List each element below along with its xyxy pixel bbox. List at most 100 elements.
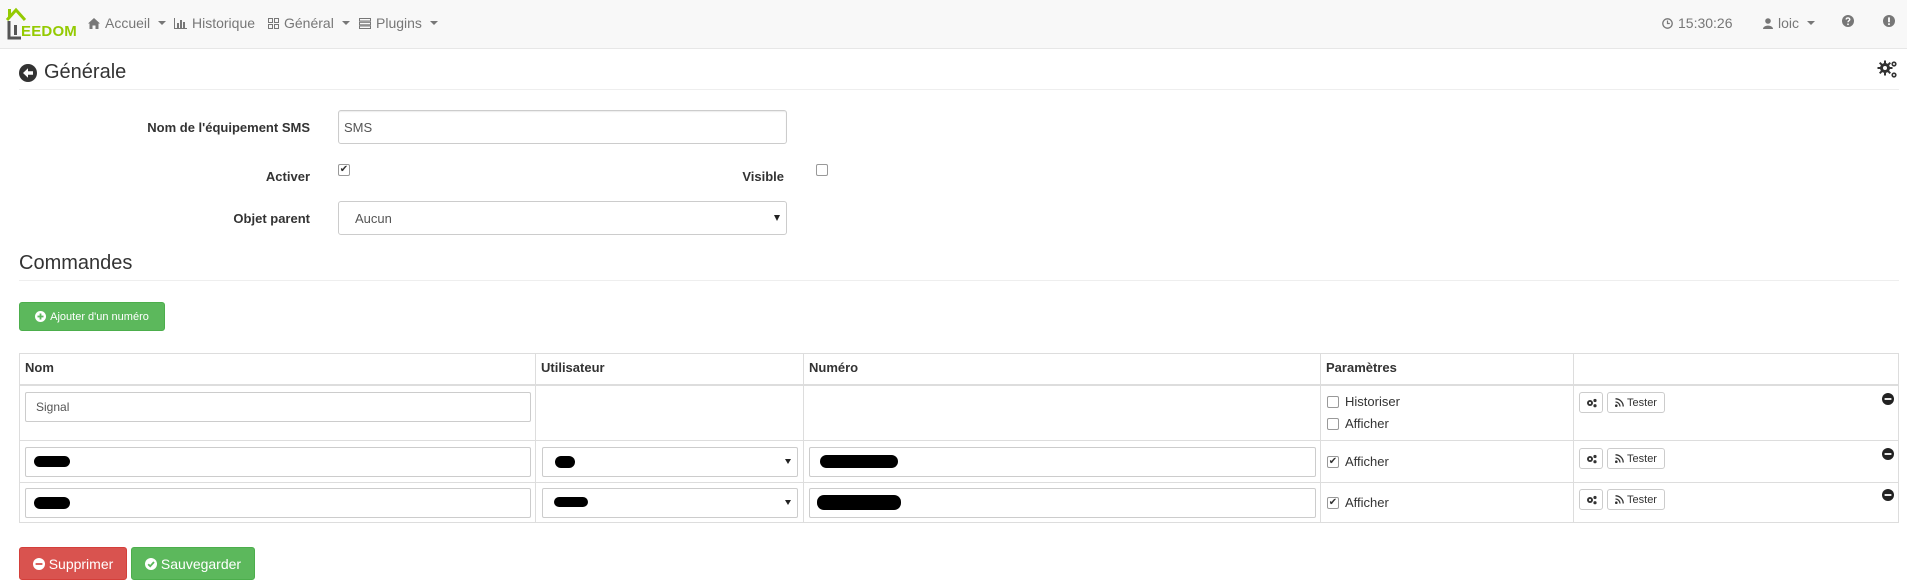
minus-circle-icon [1882, 489, 1894, 501]
chevron-down-icon [785, 459, 791, 464]
add-number-button[interactable]: Ajouter d'un numéro [19, 302, 165, 331]
rss-icon [1615, 454, 1624, 463]
test-command-button[interactable]: Tester [1607, 448, 1665, 469]
parent-object-select[interactable]: Aucun [338, 201, 787, 235]
chevron-down-icon [341, 21, 350, 25]
delete-label: Supprimer [48, 555, 114, 572]
delete-button[interactable]: Supprimer [19, 547, 127, 580]
redacted-user [555, 456, 575, 468]
activate-checkbox[interactable]: ✔ [338, 164, 350, 176]
row-divider [20, 440, 1898, 441]
user-icon [1763, 17, 1773, 29]
user-menu[interactable]: loic [1763, 15, 1816, 31]
visible-checkbox[interactable] [816, 164, 828, 176]
nav-plugins-label: Plugins [376, 15, 422, 31]
parent-object-label: Objet parent [233, 211, 310, 226]
check-circle-icon [144, 557, 157, 570]
clock-icon [1662, 17, 1673, 29]
rss-icon [1615, 398, 1624, 407]
add-number-label: Ajouter d'un numéro [50, 310, 149, 323]
column-divider [1320, 354, 1321, 522]
chevron-down-icon [158, 21, 167, 25]
chevron-down-icon [1807, 21, 1816, 25]
info-button[interactable] [1883, 15, 1895, 27]
minus-circle-icon [1882, 448, 1894, 460]
afficher-label: Afficher [1345, 495, 1389, 510]
command-name-input[interactable] [25, 488, 531, 518]
back-arrow-icon[interactable] [19, 63, 37, 82]
column-divider [803, 354, 804, 522]
afficher-label: Afficher [1345, 454, 1389, 469]
parent-object-value: Aucun [355, 210, 392, 226]
remove-command-button[interactable] [1882, 489, 1894, 504]
command-config-button[interactable] [1579, 489, 1603, 510]
divider [19, 89, 1899, 90]
chevron-down-icon [429, 21, 438, 25]
rss-icon [1615, 495, 1624, 504]
afficher-option[interactable]: Afficher [1327, 416, 1389, 431]
column-header-utilisateur: Utilisateur [541, 360, 605, 375]
redacted-number [820, 455, 898, 468]
equipment-name-label: Nom de l'équipement SMS [147, 120, 310, 135]
column-divider [1573, 354, 1574, 522]
test-command-button[interactable]: Tester [1607, 489, 1665, 510]
logo-text: EEDOM [21, 23, 78, 40]
gears-icon [1586, 495, 1597, 505]
nav-historique-label: Historique [192, 15, 256, 31]
redacted-name [34, 497, 70, 509]
tasks-icon [359, 17, 371, 29]
page-title: Générale [19, 61, 126, 84]
remove-command-button[interactable] [1882, 448, 1894, 463]
gears-icon[interactable] [1877, 59, 1899, 84]
afficher-label: Afficher [1345, 416, 1389, 431]
nav-accueil[interactable]: Accueil [88, 15, 167, 31]
commands-title: Commandes [19, 252, 133, 274]
historiser-checkbox[interactable] [1327, 395, 1339, 408]
afficher-checkbox[interactable] [1327, 417, 1339, 430]
activate-label: Activer [265, 169, 310, 184]
divider [19, 280, 1899, 281]
top-navbar: EEDOM Accueil Historique Général Plugins… [0, 0, 1907, 49]
afficher-checkbox[interactable]: ✔ [1327, 455, 1339, 468]
nav-general[interactable]: Général [268, 15, 350, 31]
save-button[interactable]: Sauvegarder [131, 547, 255, 580]
user-name: loic [1778, 15, 1800, 31]
visible-label: Visible [742, 169, 784, 184]
gears-icon [1586, 398, 1597, 408]
afficher-option[interactable]: ✔ Afficher [1327, 454, 1389, 469]
command-name-value: Signal [36, 400, 70, 414]
redacted-user [554, 497, 588, 507]
column-header-numero: Numéro [809, 360, 859, 375]
command-name-input[interactable]: Signal [25, 392, 531, 422]
column-divider [535, 354, 536, 522]
test-command-label: Tester [1627, 396, 1657, 409]
gears-icon [1586, 454, 1597, 464]
header-divider [20, 384, 1898, 386]
exclamation-circle-icon [1883, 15, 1895, 27]
help-button[interactable] [1842, 15, 1854, 27]
bar-chart-icon [174, 17, 187, 29]
test-command-button[interactable]: Tester [1607, 392, 1665, 413]
remove-command-button[interactable] [1882, 393, 1894, 408]
page-title-text: Générale [44, 61, 127, 83]
column-header-parametres: Paramètres [1326, 360, 1397, 375]
afficher-option[interactable]: ✔ Afficher [1327, 495, 1389, 510]
row-divider [20, 482, 1898, 483]
column-header-nom: Nom [25, 360, 54, 375]
question-circle-icon [1842, 15, 1854, 27]
redacted-number [817, 495, 901, 510]
minus-circle-icon [1882, 393, 1894, 405]
dashboard-icon [268, 17, 279, 29]
command-config-button[interactable] [1579, 448, 1603, 469]
nav-historique[interactable]: Historique [174, 15, 255, 31]
jeedom-logo[interactable]: EEDOM [5, 6, 80, 42]
command-config-button[interactable] [1579, 392, 1603, 413]
save-label: Sauvegarder [160, 555, 242, 572]
nav-plugins[interactable]: Plugins [359, 15, 438, 31]
command-name-input[interactable] [25, 447, 531, 477]
historiser-option[interactable]: Historiser [1327, 394, 1400, 409]
equipment-name-input[interactable] [338, 110, 787, 144]
chevron-down-icon [785, 500, 791, 505]
afficher-checkbox[interactable]: ✔ [1327, 496, 1339, 509]
user-select[interactable] [542, 447, 798, 477]
